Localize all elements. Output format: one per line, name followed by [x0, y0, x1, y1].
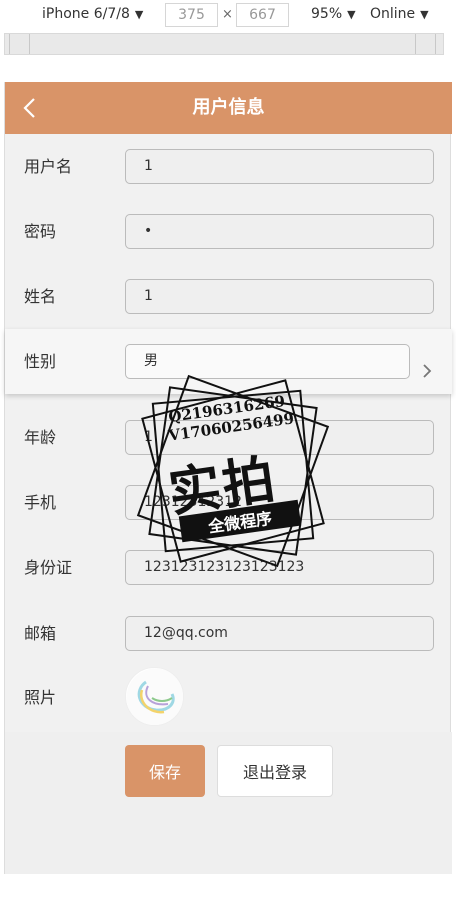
form-row-email: 邮箱 12@qq.com [5, 601, 452, 666]
height-input[interactable]: 667 [236, 3, 289, 27]
device-select[interactable]: iPhone 6/7/8 ▼ [42, 6, 143, 22]
chevron-right-icon [423, 364, 432, 378]
watermark-stamp: Q2196316269 V17060256499 实拍 全微程序 [128, 366, 338, 576]
width-input[interactable]: 375 [165, 3, 218, 27]
gender-label: 性别 [24, 352, 57, 371]
devtools-toolbar: iPhone 6/7/8 ▼ 375 × 667 95% ▼ Online ▼ [0, 0, 456, 33]
device-label: iPhone 6/7/8 [42, 6, 130, 22]
logout-button[interactable]: 退出登录 [217, 745, 333, 797]
ruler-tick [29, 34, 30, 54]
zoom-label: 95% [311, 6, 343, 22]
password-input[interactable]: • [125, 214, 434, 249]
form-row-password: 密码 • [5, 199, 452, 264]
name-input[interactable]: 1 [125, 279, 434, 314]
network-label: Online [370, 6, 416, 22]
id-card-label: 身份证 [24, 558, 73, 577]
name-label: 姓名 [24, 287, 57, 306]
form-row-name: 姓名 1 [5, 264, 452, 329]
username-input[interactable]: 1 [125, 149, 434, 184]
page-title: 用户信息 [192, 97, 265, 118]
save-button[interactable]: 保存 [125, 745, 205, 797]
avatar[interactable] [125, 667, 184, 726]
form-row-photo: 照片 [5, 665, 452, 730]
zoom-select[interactable]: 95% ▼ [311, 6, 356, 22]
form-row-username: 用户名 1 [5, 134, 452, 199]
age-label: 年龄 [24, 428, 57, 447]
ruler-tick [9, 34, 10, 54]
password-label: 密码 [24, 222, 57, 241]
email-input[interactable]: 12@qq.com [125, 616, 434, 651]
photo-label: 照片 [24, 688, 57, 707]
nav-bar: 用户信息 [5, 82, 452, 134]
times-icon: × [222, 7, 233, 22]
ruler-tick [435, 34, 436, 54]
media-query-ruler[interactable] [4, 33, 444, 55]
username-label: 用户名 [24, 157, 73, 176]
email-label: 邮箱 [24, 624, 57, 643]
chevron-down-icon: ▼ [134, 7, 144, 21]
chevron-down-icon: ▼ [420, 7, 429, 21]
photo-image-icon [126, 668, 183, 725]
chevron-down-icon: ▼ [347, 7, 356, 21]
phone-label: 手机 [24, 493, 57, 512]
ruler-tick [415, 34, 416, 54]
network-select[interactable]: Online ▼ [370, 6, 429, 22]
